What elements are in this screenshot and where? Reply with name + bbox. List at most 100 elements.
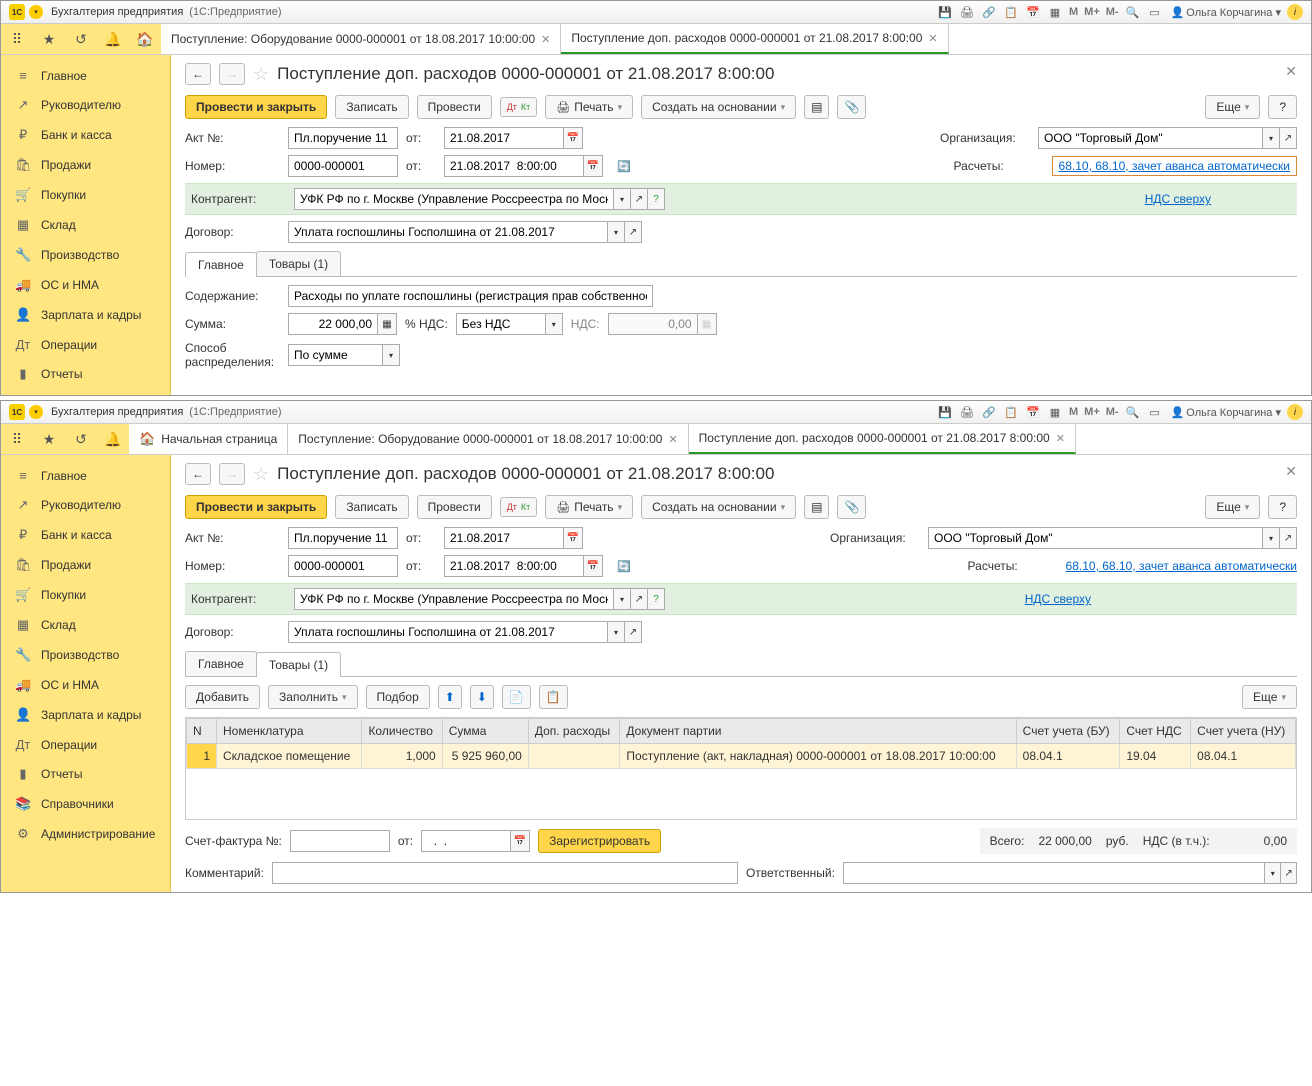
tab-main[interactable]: Главное <box>185 252 257 277</box>
tab-goods[interactable]: Товары (1) <box>256 652 341 677</box>
sidebar-item-main[interactable]: ≡Главное <box>1 461 170 490</box>
tab-receipt[interactable]: Поступление: Оборудование 0000-000001 от… <box>288 424 688 454</box>
table-blank[interactable] <box>186 769 1296 819</box>
sidebar-item-sales[interactable]: 🛍Продажи <box>1 550 170 580</box>
dropdown-icon[interactable]: ▾ <box>29 5 43 19</box>
sidebar-item-purchases[interactable]: 🛒Покупки <box>1 580 170 610</box>
open-icon[interactable]: ↗ <box>1279 127 1297 149</box>
user-name[interactable]: 👤Ольга Корчагина ▾ <box>1171 406 1281 419</box>
more-button[interactable]: Еще <box>1205 95 1260 119</box>
calendar-icon[interactable]: 📅 <box>563 127 583 149</box>
calc-icon[interactable]: ▦ <box>1047 4 1063 20</box>
help-button[interactable]: ? <box>1268 95 1297 119</box>
form-button[interactable]: ▤ <box>804 95 829 119</box>
close-icon[interactable]: ✕ <box>668 433 677 446</box>
history-icon[interactable]: ↺ <box>65 24 97 54</box>
sidebar-item-manager[interactable]: ↗Руководителю <box>1 490 170 520</box>
sidebar-item-reports[interactable]: ▮Отчеты <box>1 359 170 389</box>
user-name[interactable]: 👤Ольга Корчагина ▾ <box>1171 6 1281 19</box>
invoice-no-input[interactable] <box>290 830 390 852</box>
vat-mode-link[interactable]: НДС сверху <box>1145 192 1211 206</box>
tab-receipt[interactable]: Поступление: Оборудование 0000-000001 от… <box>161 24 561 54</box>
info-icon[interactable]: i <box>1287 4 1303 20</box>
number-date-input[interactable] <box>444 555 584 577</box>
calendar-icon[interactable]: 📅 <box>1025 4 1041 20</box>
info-icon[interactable]: i <box>1287 404 1303 420</box>
vat-pct-input[interactable] <box>456 313 546 335</box>
calendar-icon[interactable]: 📅 <box>583 555 603 577</box>
print-icon[interactable]: 🖨 <box>959 404 975 420</box>
th-batch[interactable]: Документ партии <box>620 719 1016 744</box>
forward-button[interactable]: → <box>219 463 245 485</box>
dropdown-icon[interactable]: ▾ <box>545 313 563 335</box>
calendar-icon[interactable]: 📅 <box>583 155 603 177</box>
favorites-icon[interactable]: ★ <box>33 24 65 54</box>
contract-input[interactable] <box>288 221 608 243</box>
act-no-input[interactable] <box>288 127 398 149</box>
refresh-icon[interactable]: 🔄 <box>617 160 631 173</box>
sidebar-item-production[interactable]: 🔧Производство <box>1 240 170 270</box>
calendar-icon[interactable]: 📅 <box>1025 404 1041 420</box>
zoom-icon[interactable]: 🔍 <box>1125 4 1141 20</box>
link-icon[interactable]: 🔗 <box>981 404 997 420</box>
calc-icon[interactable]: ▦ <box>377 313 397 335</box>
dropdown-icon[interactable]: ▾ <box>1262 527 1280 549</box>
m-minus-button[interactable]: M- <box>1106 6 1119 18</box>
calendar-icon[interactable]: 📅 <box>563 527 583 549</box>
print-icon[interactable]: 🖨 <box>959 4 975 20</box>
post-button[interactable]: Провести <box>417 95 492 119</box>
cell-sum[interactable]: 5 925 960,00 <box>442 744 528 769</box>
copy-button[interactable]: 📄 <box>502 685 531 709</box>
notifications-icon[interactable]: 🔔 <box>97 24 129 54</box>
table-row[interactable]: 1 Складское помещение 1,000 5 925 960,00… <box>187 744 1296 769</box>
tab-expenses[interactable]: Поступление доп. расходов 0000-000001 от… <box>561 24 948 54</box>
sidebar-item-admin[interactable]: ⚙Администрирование <box>1 819 170 849</box>
star-icon[interactable]: ☆ <box>253 464 269 485</box>
cell-extra[interactable] <box>528 744 620 769</box>
more-button[interactable]: Еще <box>1205 495 1260 519</box>
m-plus-button[interactable]: M+ <box>1084 6 1100 18</box>
m-plus-button[interactable]: M+ <box>1084 406 1100 418</box>
cell-n[interactable]: 1 <box>187 744 217 769</box>
post-button[interactable]: Провести <box>417 495 492 519</box>
settlements-link[interactable]: 68.10, 68.10, зачет аванса автоматически <box>1066 559 1297 573</box>
sidebar-item-bank[interactable]: ₽Банк и касса <box>1 120 170 150</box>
sidebar-item-assets[interactable]: 🚚ОС и НМА <box>1 270 170 300</box>
close-icon[interactable]: ✕ <box>541 33 550 46</box>
more-button[interactable]: Еще <box>1242 685 1297 709</box>
m-button[interactable]: M <box>1069 406 1078 418</box>
create-based-button[interactable]: Создать на основании <box>641 495 796 519</box>
m-minus-button[interactable]: M- <box>1106 406 1119 418</box>
link-icon[interactable]: 🔗 <box>981 4 997 20</box>
open-icon[interactable]: ↗ <box>624 221 642 243</box>
tab-main[interactable]: Главное <box>185 651 257 676</box>
counterparty-input[interactable] <box>294 588 614 610</box>
dropdown-icon[interactable]: ▾ <box>1262 127 1280 149</box>
question-icon[interactable]: ? <box>647 588 665 610</box>
apps-icon[interactable]: ⠿ <box>1 24 33 54</box>
zoom-icon[interactable]: 🔍 <box>1125 404 1141 420</box>
close-page-icon[interactable]: ✕ <box>1285 463 1297 480</box>
open-icon[interactable]: ↗ <box>1279 527 1297 549</box>
create-based-button[interactable]: Создать на основании <box>641 95 796 119</box>
calendar-icon[interactable]: 📅 <box>510 830 530 852</box>
attach-button[interactable]: 📎 <box>837 495 866 519</box>
sidebar-item-warehouse[interactable]: ▦Склад <box>1 610 170 640</box>
th-acct-nds[interactable]: Счет НДС <box>1120 719 1191 744</box>
act-date-input[interactable] <box>444 127 564 149</box>
copy-icon[interactable]: 📋 <box>1003 4 1019 20</box>
register-button[interactable]: Зарегистрировать <box>538 829 661 853</box>
back-button[interactable]: ← <box>185 63 211 85</box>
history-icon[interactable]: ↺ <box>65 424 97 454</box>
tab-goods[interactable]: Товары (1) <box>256 251 341 276</box>
open-icon[interactable]: ↗ <box>624 621 642 643</box>
form-button[interactable]: ▤ <box>804 495 829 519</box>
sidebar-item-main[interactable]: ≡Главное <box>1 61 170 90</box>
cell-item[interactable]: Складское помещение <box>217 744 362 769</box>
fill-button[interactable]: Заполнить <box>268 685 357 709</box>
refresh-icon[interactable]: 🔄 <box>617 560 631 573</box>
dropdown-icon[interactable]: ▾ <box>382 344 400 366</box>
sidebar-item-reports[interactable]: ▮Отчеты <box>1 759 170 789</box>
notifications-icon[interactable]: 🔔 <box>97 424 129 454</box>
calc-icon[interactable]: ▦ <box>1047 404 1063 420</box>
